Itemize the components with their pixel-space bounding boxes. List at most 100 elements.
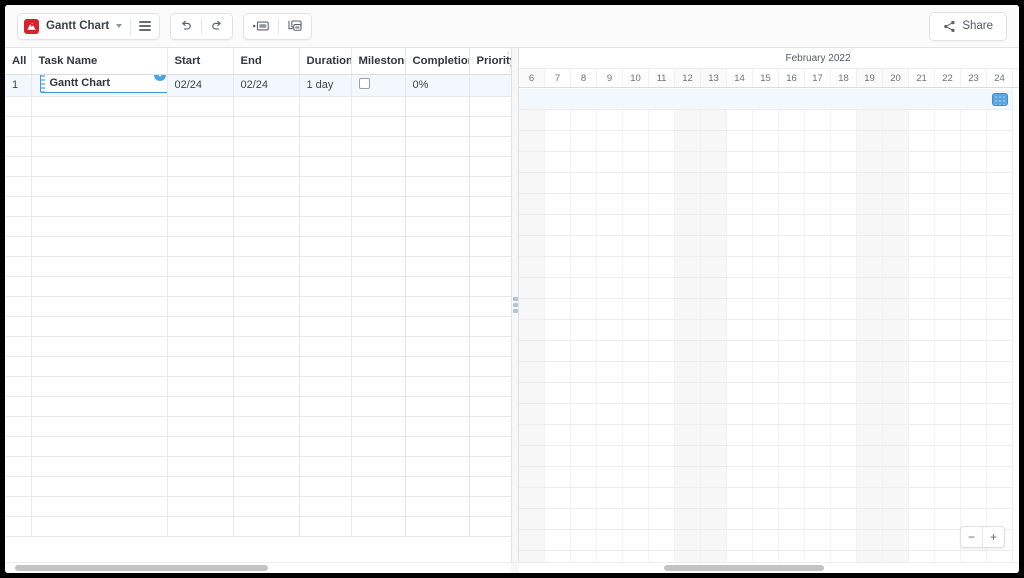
empty-cell[interactable]: [167, 316, 234, 337]
table-row-empty[interactable]: [5, 516, 511, 537]
zoom-out-button[interactable]: −: [961, 527, 982, 547]
empty-cell[interactable]: [167, 236, 234, 257]
timeline-row[interactable]: [519, 362, 1019, 383]
empty-cell[interactable]: [351, 196, 406, 217]
table-row-empty[interactable]: [5, 196, 511, 217]
empty-cell[interactable]: [5, 196, 32, 217]
zoom-in-button[interactable]: +: [983, 527, 1004, 547]
empty-cell[interactable]: [5, 336, 32, 357]
empty-cell[interactable]: [351, 416, 406, 437]
empty-cell[interactable]: [167, 296, 234, 317]
empty-cell[interactable]: [405, 316, 470, 337]
empty-cell[interactable]: [233, 176, 300, 197]
empty-cell[interactable]: [469, 336, 511, 357]
empty-cell[interactable]: [5, 496, 32, 517]
timeline-row[interactable]: [519, 530, 1019, 551]
empty-cell[interactable]: [351, 356, 406, 377]
empty-cell[interactable]: [233, 396, 300, 417]
empty-cell[interactable]: [167, 136, 234, 157]
empty-cell[interactable]: [167, 276, 234, 297]
undo-button[interactable]: [171, 14, 201, 39]
empty-cell[interactable]: [299, 256, 352, 277]
task-completion-cell[interactable]: 0%: [405, 74, 470, 97]
empty-cell[interactable]: [469, 136, 511, 157]
timeline-row[interactable]: [519, 131, 1019, 152]
empty-cell[interactable]: [469, 376, 511, 397]
table-row-empty[interactable]: [5, 296, 511, 317]
empty-cell[interactable]: [31, 196, 168, 217]
empty-cell[interactable]: [167, 496, 234, 517]
empty-cell[interactable]: [405, 136, 470, 157]
empty-cell[interactable]: [469, 256, 511, 277]
empty-cell[interactable]: [469, 196, 511, 217]
empty-cell[interactable]: [167, 256, 234, 277]
chevron-down-icon[interactable]: [116, 24, 123, 28]
empty-cell[interactable]: [299, 236, 352, 257]
empty-cell[interactable]: [5, 116, 32, 137]
empty-cell[interactable]: [351, 96, 406, 117]
empty-cell[interactable]: [5, 136, 32, 157]
empty-cell[interactable]: [351, 516, 406, 537]
empty-cell[interactable]: [469, 276, 511, 297]
column-header-all[interactable]: All: [5, 48, 32, 75]
task-start-cell[interactable]: 02/24: [167, 74, 234, 97]
timeline-row[interactable]: [519, 341, 1019, 362]
grid-horizontal-scrollbar[interactable]: [5, 563, 511, 573]
empty-cell[interactable]: [351, 156, 406, 177]
empty-cell[interactable]: [31, 176, 168, 197]
empty-cell[interactable]: [299, 216, 352, 237]
empty-cell[interactable]: [233, 436, 300, 457]
empty-cell[interactable]: [233, 276, 300, 297]
empty-cell[interactable]: [5, 216, 32, 237]
empty-cell[interactable]: [233, 356, 300, 377]
timeline-scrollbar-thumb[interactable]: [664, 565, 824, 571]
empty-cell[interactable]: [351, 276, 406, 297]
empty-cell[interactable]: [31, 136, 168, 157]
table-row-empty[interactable]: [5, 256, 511, 277]
empty-cell[interactable]: [31, 496, 168, 517]
empty-cell[interactable]: [233, 296, 300, 317]
empty-cell[interactable]: [351, 496, 406, 517]
empty-cell[interactable]: [351, 436, 406, 457]
empty-cell[interactable]: [299, 136, 352, 157]
empty-cell[interactable]: [351, 256, 406, 277]
empty-cell[interactable]: [233, 256, 300, 277]
table-row-empty[interactable]: [5, 216, 511, 237]
empty-cell[interactable]: [469, 416, 511, 437]
empty-cell[interactable]: [469, 156, 511, 177]
timeline-vertical-scrollbar[interactable]: [1012, 89, 1019, 562]
empty-cell[interactable]: [351, 396, 406, 417]
empty-cell[interactable]: [5, 296, 32, 317]
empty-cell[interactable]: [5, 476, 32, 497]
empty-cell[interactable]: [31, 156, 168, 177]
empty-cell[interactable]: [299, 116, 352, 137]
empty-cell[interactable]: [405, 256, 470, 277]
empty-cell[interactable]: [299, 436, 352, 457]
empty-cell[interactable]: [405, 456, 470, 477]
table-row-empty[interactable]: [5, 456, 511, 477]
column-header-priority[interactable]: Priority: [469, 48, 511, 75]
table-row-empty[interactable]: [5, 276, 511, 297]
task-duration-cell[interactable]: 1 day: [299, 74, 352, 97]
empty-cell[interactable]: [299, 296, 352, 317]
timeline-row[interactable]: [519, 89, 1019, 110]
empty-cell[interactable]: [405, 476, 470, 497]
empty-cell[interactable]: [233, 336, 300, 357]
empty-cell[interactable]: [31, 256, 168, 277]
empty-cell[interactable]: [469, 176, 511, 197]
timeline-row[interactable]: [519, 404, 1019, 425]
empty-cell[interactable]: [233, 136, 300, 157]
timeline-row[interactable]: [519, 257, 1019, 278]
empty-cell[interactable]: [5, 436, 32, 457]
empty-cell[interactable]: [5, 256, 32, 277]
timeline-row[interactable]: [519, 215, 1019, 236]
grid-scrollbar-thumb[interactable]: [15, 565, 269, 571]
empty-cell[interactable]: [31, 276, 168, 297]
document-title[interactable]: Gantt Chart: [46, 20, 114, 32]
checkbox-unchecked-icon[interactable]: [358, 78, 370, 89]
empty-cell[interactable]: [167, 456, 234, 477]
empty-cell[interactable]: [5, 376, 32, 397]
empty-cell[interactable]: [233, 196, 300, 217]
empty-cell[interactable]: [405, 436, 470, 457]
empty-cell[interactable]: [31, 376, 168, 397]
